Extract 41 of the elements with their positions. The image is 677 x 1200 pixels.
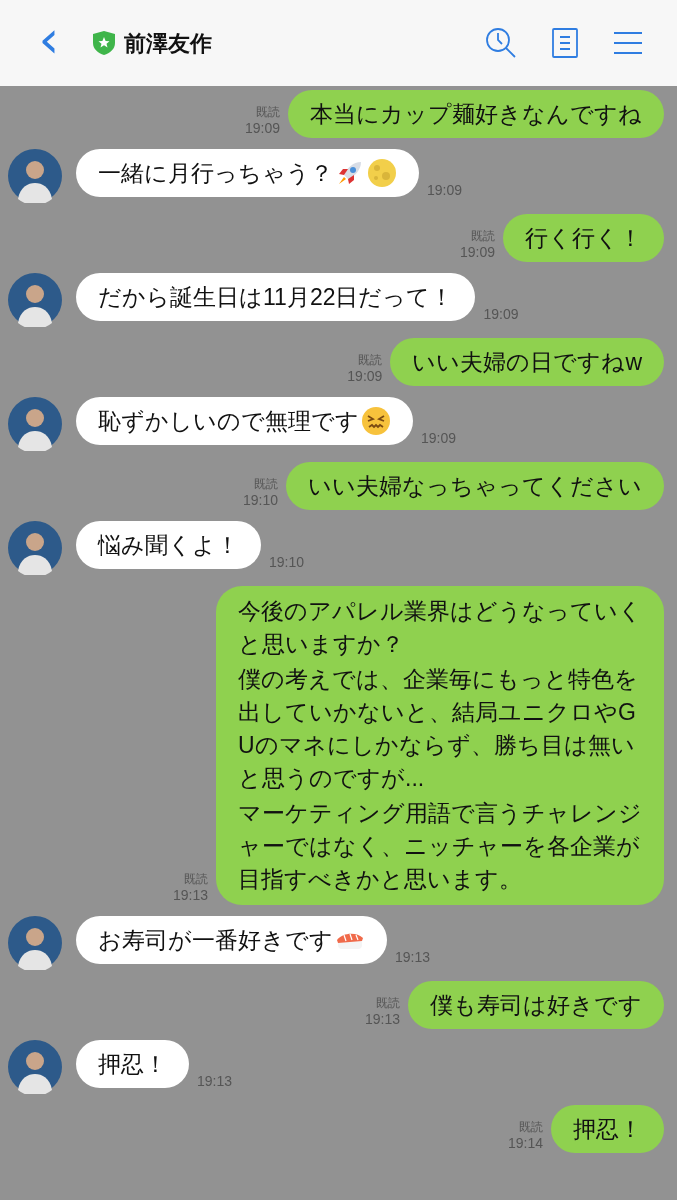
avatar-icon[interactable] (8, 1040, 62, 1094)
back-button[interactable]: ‹ (34, 13, 64, 65)
message-time: 19:09 (244, 120, 280, 136)
history-search-icon[interactable] (485, 27, 517, 59)
message-time: 19:10 (269, 553, 305, 572)
message-text: 僕の考えでは、企業毎にもっと特色を出していかないと、結局ユニクロやGUのマネにしかならず、勝ち目は無いと思うのですが... (238, 665, 639, 793)
message-time: 19:09 (421, 429, 457, 448)
message-text: 行く行く！ (525, 224, 642, 253)
message-text: 押忍！ (98, 1050, 167, 1079)
message-text: 悩み聞くよ！ (98, 531, 239, 560)
avatar-icon[interactable] (8, 397, 62, 451)
message-text: マーケティング用語で言うチャレンジャーではなく、ニッチャーを各企業が目指すべきかと思います。 (238, 799, 642, 894)
message-time: 19:09 (427, 181, 463, 200)
message-text: いい夫婦なっちゃってください (308, 472, 642, 501)
message-time: 19:13 (172, 887, 208, 903)
chat-title: 前澤友作 (124, 29, 212, 58)
message-text: 僕も寿司は好きです (430, 991, 642, 1020)
message-time: 19:13 (364, 1011, 400, 1027)
moon-icon (367, 158, 397, 188)
message-time: 19:10 (242, 492, 278, 508)
avatar-icon[interactable] (8, 916, 62, 970)
menu-icon[interactable] (613, 31, 643, 55)
message-text: だから誕生日は11月22日だって！ (98, 283, 454, 312)
message-text: いい夫婦の日ですねw (412, 348, 642, 377)
message-time: 19:14 (507, 1135, 543, 1151)
avatar-icon[interactable] (8, 521, 62, 575)
message-text: 押忍！ (573, 1115, 642, 1144)
message-time: 19:09 (483, 305, 519, 324)
message-time: 19:13 (197, 1072, 233, 1091)
message-time: 19:13 (395, 948, 431, 967)
message-text: 恥ずかしいので無理です (98, 407, 359, 436)
message-text: 今後のアパレル業界はどうなっていくと思いますか？ (238, 597, 642, 659)
message-text: 一緒に月行っちゃう？ (98, 159, 333, 188)
message-time: 19:09 (459, 244, 495, 260)
message-text: 本当にカップ麺好きなんですね (310, 100, 642, 129)
face-icon (361, 406, 391, 436)
avatar-icon[interactable] (8, 273, 62, 327)
notes-icon[interactable] (551, 28, 579, 58)
message-text: お寿司が一番好きです (98, 926, 333, 955)
message-time: 19:09 (347, 368, 383, 384)
avatar-icon[interactable] (8, 149, 62, 203)
